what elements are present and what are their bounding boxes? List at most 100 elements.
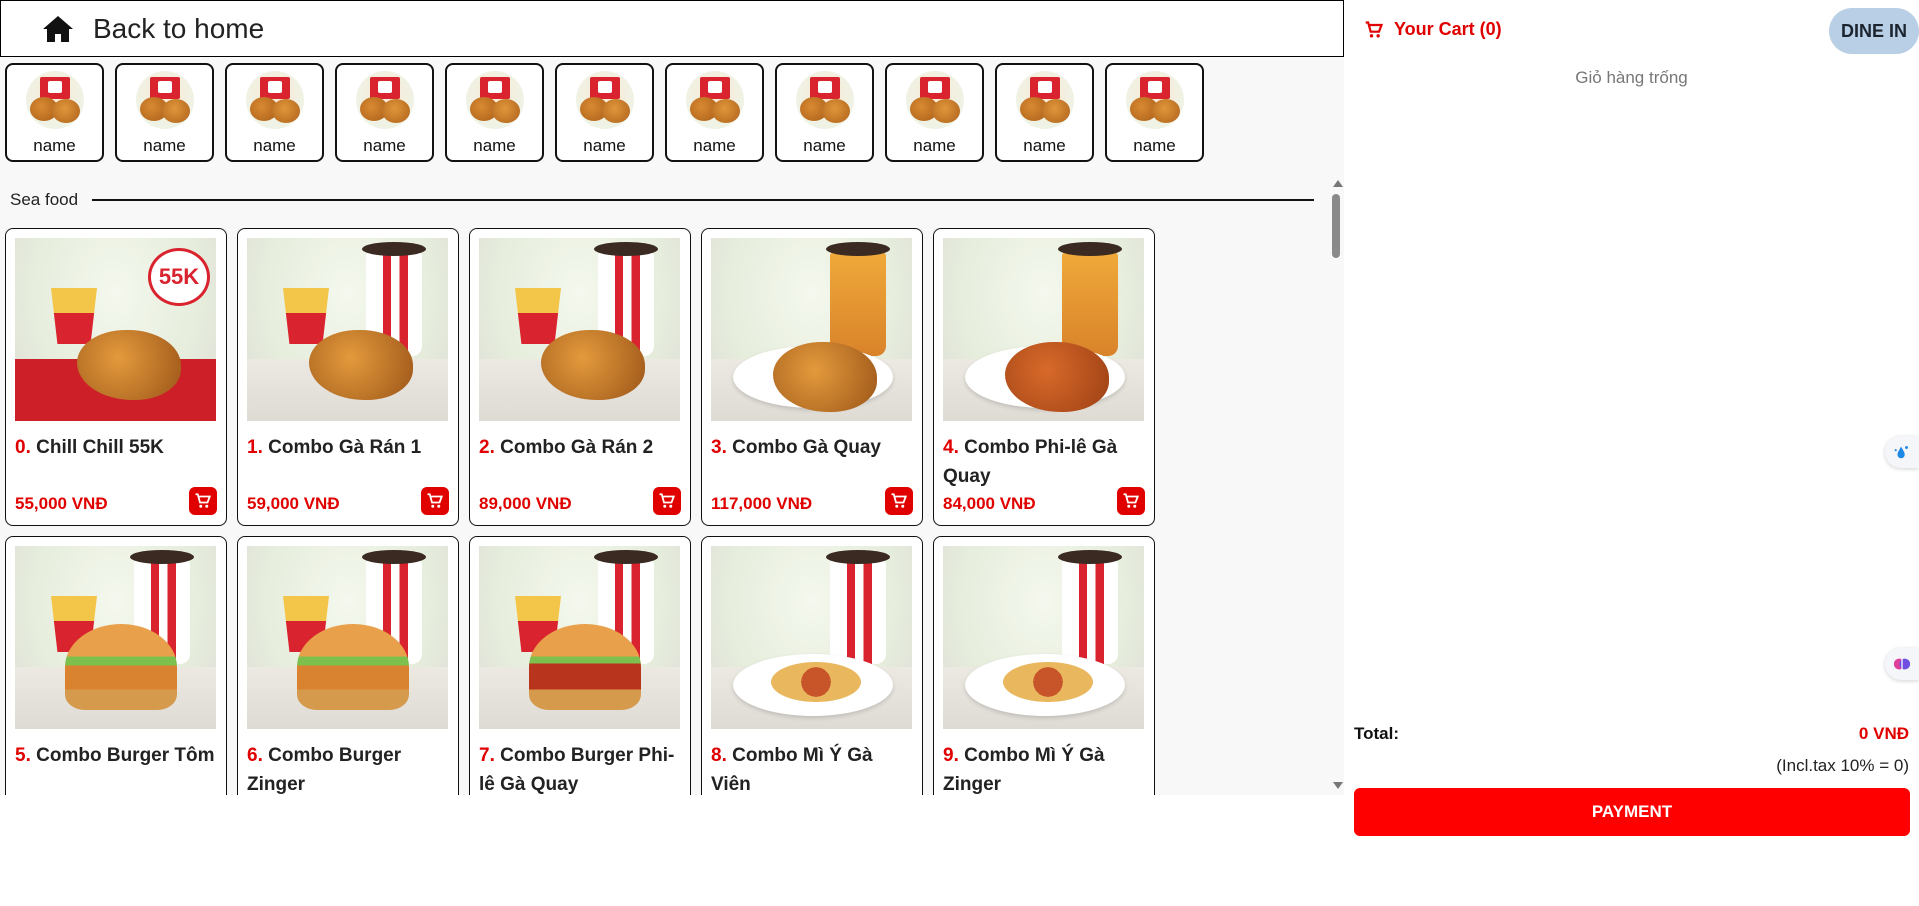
- category-item[interactable]: name: [885, 63, 984, 162]
- product-name: Combo Burger Zinger: [247, 745, 402, 795]
- scroll-up-arrow-icon[interactable]: [1333, 180, 1343, 187]
- category-image: [575, 71, 634, 129]
- product-title: 5. Combo Burger Tôm: [15, 741, 220, 770]
- add-to-cart-button[interactable]: [1117, 487, 1145, 515]
- category-image: [465, 71, 524, 129]
- product-card[interactable]: 7. Combo Burger Phi-lê Gà Quay: [469, 536, 691, 795]
- product-name: Combo Phi-lê Gà Quay: [943, 437, 1118, 487]
- total-value: 0 VNĐ: [1858, 724, 1909, 743]
- add-to-cart-button[interactable]: [653, 487, 681, 515]
- payment-button[interactable]: PAYMENT: [1354, 788, 1910, 836]
- category-item[interactable]: name: [555, 63, 654, 162]
- product-index: 5.: [15, 745, 31, 766]
- product-grid: 55K 0. Chill Chill 55K 55,000 VNĐ 1. Com…: [5, 228, 1155, 795]
- dine-in-button[interactable]: DINE IN: [1829, 8, 1919, 54]
- category-item[interactable]: name: [225, 63, 324, 162]
- category-image: [1015, 71, 1074, 129]
- section-title: Sea food: [10, 190, 79, 209]
- category-item[interactable]: name: [445, 63, 544, 162]
- tax-note: (Incl.tax 10% = 0): [1776, 756, 1909, 775]
- product-card[interactable]: 5. Combo Burger Tôm: [5, 536, 227, 795]
- section-header: Sea food: [10, 190, 1314, 210]
- product-name: Combo Burger Phi-lê Gà Quay: [479, 745, 675, 795]
- category-image: [1125, 71, 1184, 129]
- add-to-cart-button[interactable]: [421, 487, 449, 515]
- product-image: [247, 546, 448, 729]
- product-title: 6. Combo Burger Zinger: [247, 741, 452, 795]
- back-to-home-button[interactable]: Back to home: [0, 0, 1344, 57]
- add-to-cart-button[interactable]: [189, 487, 217, 515]
- category-item[interactable]: name: [1105, 63, 1204, 162]
- product-title: 2. Combo Gà Rán 2: [479, 433, 684, 462]
- category-name: name: [143, 136, 186, 155]
- cart-title: Your Cart (0): [1394, 19, 1502, 39]
- product-card[interactable]: 4. Combo Phi-lê Gà Quay 84,000 VNĐ: [933, 228, 1155, 526]
- product-name: Combo Gà Rán 2: [500, 437, 654, 458]
- cart-icon: [1365, 20, 1384, 37]
- cart-panel: Your Cart (0) DINE IN Giỏ hàng trống Tot…: [1344, 0, 1919, 838]
- add-to-cart-button[interactable]: [885, 487, 913, 515]
- product-card[interactable]: 6. Combo Burger Zinger: [237, 536, 459, 795]
- category-name: name: [913, 136, 956, 155]
- product-index: 9.: [943, 745, 959, 766]
- category-item[interactable]: name: [775, 63, 874, 162]
- product-name: Combo Gà Quay: [732, 437, 881, 458]
- product-price: 117,000 VNĐ: [711, 494, 813, 513]
- promo-badge: 55K: [148, 248, 210, 306]
- scroll-down-arrow-icon[interactable]: [1333, 782, 1343, 789]
- category-item[interactable]: name: [5, 63, 104, 162]
- product-scrollbar[interactable]: [1328, 178, 1344, 795]
- product-card[interactable]: 8. Combo Mì Ý Gà Viên: [701, 536, 923, 795]
- category-name: name: [33, 136, 76, 155]
- product-image: [711, 546, 912, 729]
- product-card[interactable]: 3. Combo Gà Quay 117,000 VNĐ: [701, 228, 923, 526]
- category-name: name: [583, 136, 626, 155]
- product-image: [479, 238, 680, 421]
- product-index: 6.: [247, 745, 263, 766]
- home-icon: [43, 15, 73, 42]
- product-card[interactable]: 55K 0. Chill Chill 55K 55,000 VNĐ: [5, 228, 227, 526]
- product-title: 3. Combo Gà Quay: [711, 433, 916, 462]
- product-index: 2.: [479, 437, 495, 458]
- category-item[interactable]: name: [665, 63, 764, 162]
- category-name: name: [1133, 136, 1176, 155]
- product-name: Combo Burger Tôm: [36, 745, 215, 766]
- product-index: 4.: [943, 437, 959, 458]
- product-price: 59,000 VNĐ: [247, 494, 340, 513]
- category-bar: name name name name name name name name: [5, 63, 1204, 162]
- product-price: 84,000 VNĐ: [943, 494, 1036, 513]
- product-title: 8. Combo Mì Ý Gà Viên: [711, 741, 916, 795]
- product-price: 89,000 VNĐ: [479, 494, 572, 513]
- category-image: [905, 71, 964, 129]
- section-divider: [92, 199, 1314, 201]
- product-title: 1. Combo Gà Rán 1: [247, 433, 452, 462]
- category-item[interactable]: name: [115, 63, 214, 162]
- scrollbar-thumb[interactable]: [1332, 194, 1340, 258]
- category-name: name: [473, 136, 516, 155]
- category-image: [685, 71, 744, 129]
- category-image: [245, 71, 304, 129]
- product-card[interactable]: 2. Combo Gà Rán 2 89,000 VNĐ: [469, 228, 691, 526]
- product-image: [943, 238, 1144, 421]
- product-index: 1.: [247, 437, 263, 458]
- product-card[interactable]: 1. Combo Gà Rán 1 59,000 VNĐ: [237, 228, 459, 526]
- droplet-sparkle-icon[interactable]: [1885, 436, 1919, 468]
- product-card[interactable]: 9. Combo Mì Ý Gà Zinger: [933, 536, 1155, 795]
- brain-icon[interactable]: [1885, 648, 1919, 680]
- category-name: name: [803, 136, 846, 155]
- product-name: Combo Mì Ý Gà Zinger: [943, 745, 1105, 795]
- product-image: [479, 546, 680, 729]
- product-image: [711, 238, 912, 421]
- category-image: [355, 71, 414, 129]
- product-image: [15, 546, 216, 729]
- product-name: Combo Mì Ý Gà Viên: [711, 745, 873, 795]
- product-index: 7.: [479, 745, 495, 766]
- category-item[interactable]: name: [995, 63, 1094, 162]
- cart-header: Your Cart (0): [1364, 19, 1502, 40]
- category-name: name: [253, 136, 296, 155]
- product-index: 3.: [711, 437, 727, 458]
- menu-panel: Back to home name name name name name na…: [0, 0, 1344, 795]
- back-to-home-label: Back to home: [93, 12, 265, 44]
- category-item[interactable]: name: [335, 63, 434, 162]
- cart-icon: [659, 493, 676, 508]
